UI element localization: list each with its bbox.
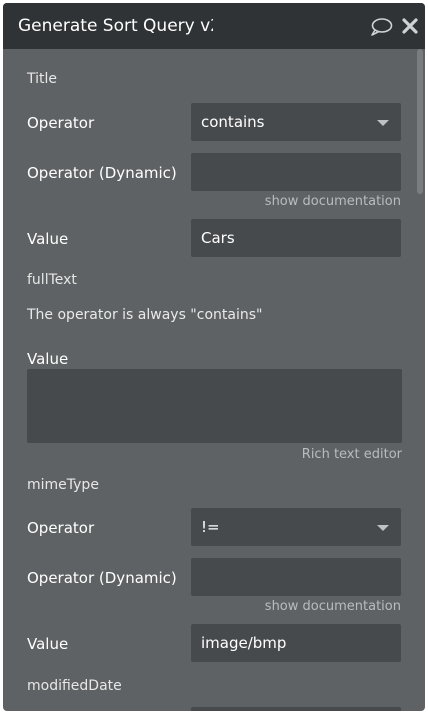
property-editor-panel: Generate Sort Query v2 ( Title Operator … (3, 3, 425, 711)
rich-text-editor-link[interactable]: Rich text editor (191, 447, 402, 462)
rich-text-input[interactable] (27, 369, 402, 443)
value-label: Value (27, 230, 69, 248)
operator-label: Operator (27, 114, 95, 132)
operator-dynamic-input[interactable] (191, 153, 401, 191)
value-label: Value (27, 635, 69, 653)
operator-select-value: contains (201, 113, 265, 131)
section-heading-title: Title (27, 71, 58, 87)
operator-select-value: != (201, 518, 220, 536)
show-documentation-link[interactable]: show documentation (191, 599, 401, 614)
value-input[interactable]: image/bmp (191, 624, 401, 662)
operator-label: Operator (27, 519, 95, 537)
value-label: Value (27, 350, 69, 368)
operator-note: The operator is always "contains" (27, 307, 263, 323)
operator-select[interactable]: != (191, 508, 401, 546)
operator-dynamic-label: Operator (Dynamic) (27, 569, 177, 587)
chevron-down-icon (377, 525, 389, 531)
section-heading-mimetype: mimeType (27, 477, 99, 493)
operator-select[interactable] (191, 707, 401, 711)
panel-header: Generate Sort Query v2 ( (3, 3, 425, 49)
value-input[interactable]: Cars (191, 219, 401, 257)
value-input-text: Cars (201, 229, 235, 247)
panel-title: Generate Sort Query v2 ( (18, 16, 213, 36)
value-input-text: image/bmp (201, 634, 287, 652)
operator-dynamic-label: Operator (Dynamic) (27, 164, 177, 182)
section-heading-fulltext: fullText (27, 272, 77, 288)
operator-select[interactable]: contains (191, 103, 401, 141)
show-documentation-link[interactable]: show documentation (191, 194, 401, 209)
speech-bubble-icon[interactable] (369, 17, 393, 37)
operator-dynamic-input[interactable] (191, 558, 401, 596)
chevron-down-icon (377, 120, 389, 126)
scrollbar-thumb[interactable] (417, 49, 423, 194)
section-heading-modifieddate: modifiedDate (27, 678, 122, 694)
close-icon[interactable] (401, 17, 419, 35)
